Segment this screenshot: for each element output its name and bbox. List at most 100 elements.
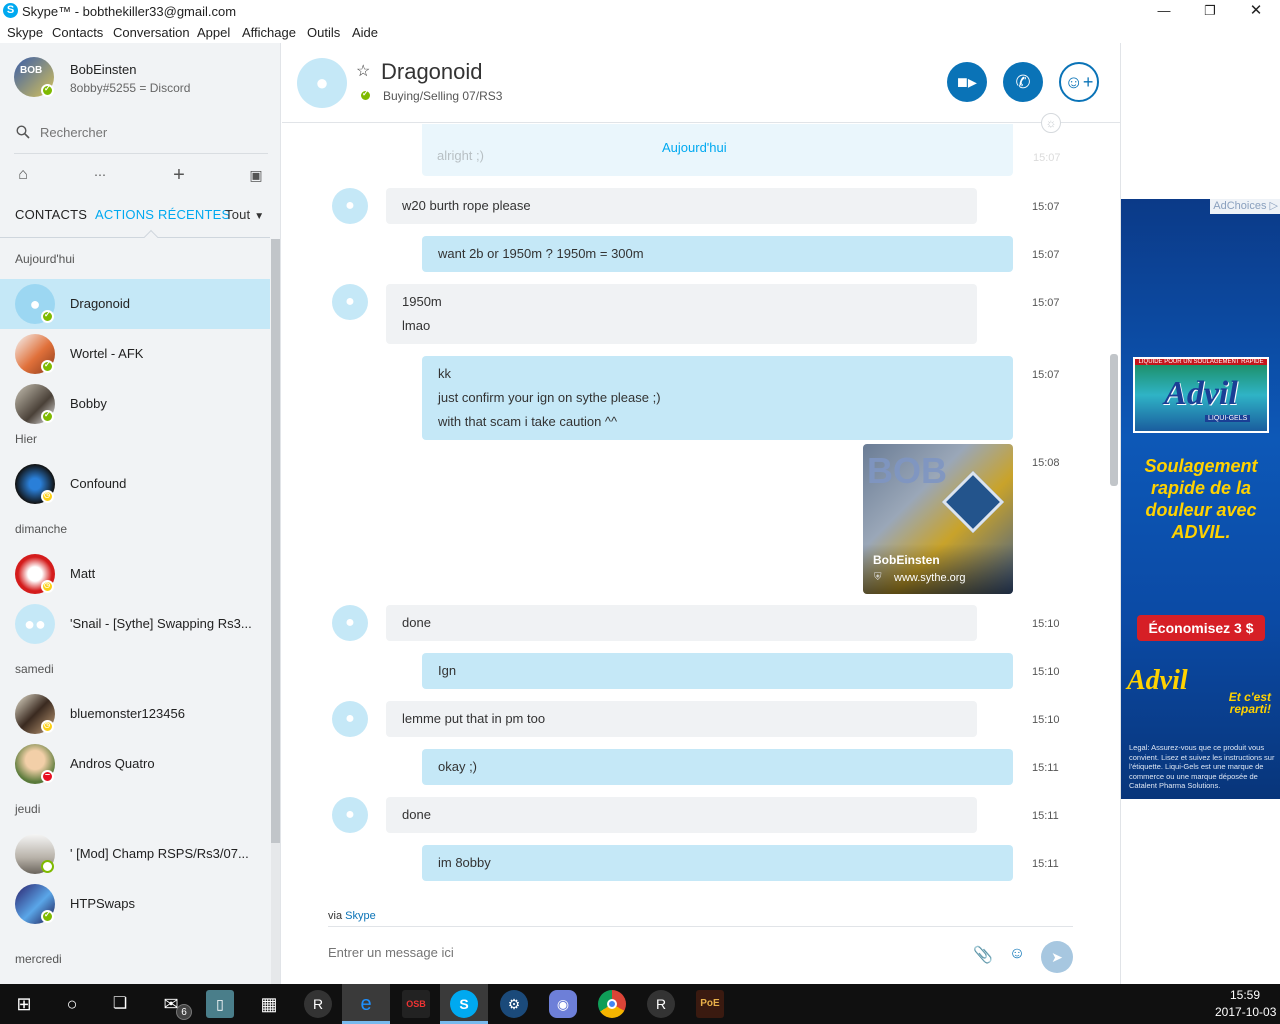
scrollbar-thumb[interactable] xyxy=(271,239,280,843)
ad-column: AdChoices ▷ LIQUIDE POUR UN SOULAGEMENT … xyxy=(1120,43,1280,984)
tab-recent-actions[interactable]: ACTIONS RÉCENTES xyxy=(95,207,230,222)
conversation-avatar[interactable]: ● xyxy=(297,58,347,108)
clock-time[interactable]: 15:59 xyxy=(1230,988,1260,1002)
sender-avatar[interactable]: ● xyxy=(332,188,368,224)
tab-contacts[interactable]: CONTACTS xyxy=(15,207,87,222)
person-icon: ● xyxy=(345,197,355,214)
ad-product-caption: LIQUIDE POUR UN SOULAGEMENT RAPIDE xyxy=(1135,359,1267,365)
list-item-champ[interactable]: ' [Mod] Champ RSPS/Rs3/07... xyxy=(0,829,270,879)
bot-icon[interactable]: ▣ xyxy=(246,165,266,185)
message-text: okay ;) xyxy=(438,759,478,774)
menu-conversation[interactable]: Conversation xyxy=(113,25,190,40)
search-input[interactable] xyxy=(40,125,240,140)
via-skype-link[interactable]: Skype xyxy=(345,910,376,922)
contact-name: Matt xyxy=(70,566,96,581)
profile-mood[interactable]: 8obby#5255 = Discord xyxy=(70,81,190,95)
list-item-wortel[interactable]: Wortel - AFK xyxy=(0,329,270,379)
group-header: dimanche xyxy=(15,522,68,536)
message-input[interactable] xyxy=(328,945,948,960)
adchoices-link[interactable]: AdChoices ▷ xyxy=(1210,199,1280,214)
profile-name[interactable]: BobEinsten xyxy=(70,62,137,77)
list-item-snail-group[interactable]: ●● 'Snail - [Sythe] Swapping Rs3... xyxy=(0,599,270,649)
sender-avatar[interactable]: ● xyxy=(332,797,368,833)
paperclip-icon[interactable]: 📎 xyxy=(972,945,994,967)
advertisement[interactable]: AdChoices ▷ LIQUIDE POUR UN SOULAGEMENT … xyxy=(1121,199,1280,799)
chrome-icon[interactable] xyxy=(598,990,626,1018)
menu-aide[interactable]: Aide xyxy=(352,25,378,40)
search-circle-icon[interactable]: ○ xyxy=(58,990,86,1018)
runelite-icon[interactable]: R xyxy=(304,990,332,1018)
edge-icon[interactable]: e xyxy=(352,990,380,1018)
link-preview-card[interactable]: BOB BobEinsten ⛨ www.sythe.org xyxy=(863,444,1013,594)
ad-save-button[interactable]: Économisez 3 $ xyxy=(1137,615,1265,641)
list-item-matt[interactable]: Matt xyxy=(0,549,270,599)
menu-skype[interactable]: Skype xyxy=(7,25,43,40)
message-time: 15:10 xyxy=(1032,618,1060,630)
calculator-icon[interactable]: ▦ xyxy=(255,990,283,1018)
skype-taskbar-icon[interactable]: S xyxy=(450,990,478,1018)
globe-icon[interactable]: ☼ xyxy=(1041,113,1061,133)
sender-avatar[interactable]: ● xyxy=(332,284,368,320)
dialpad-icon[interactable]: ⋯ xyxy=(90,165,110,185)
tab-indicator xyxy=(143,229,159,245)
menu-appel[interactable]: Appel xyxy=(197,25,230,40)
add-participant-button[interactable]: ☺+ xyxy=(1059,62,1099,102)
message-time: 15:07 xyxy=(1032,249,1060,261)
audio-call-button[interactable]: ✆ xyxy=(1003,62,1043,102)
message-bubble: done xyxy=(386,797,977,833)
filter-dropdown[interactable]: Tout ▼ xyxy=(225,207,264,222)
add-icon[interactable]: + xyxy=(169,165,189,185)
path-of-exile-icon[interactable]: PoE xyxy=(696,990,724,1018)
online-status-icon xyxy=(41,360,54,373)
search-icon xyxy=(16,125,30,139)
minimize-icon[interactable]: — xyxy=(1141,0,1187,22)
contact-name: Confound xyxy=(70,476,127,491)
message-text: lemme put that in pm too xyxy=(402,711,546,726)
windows-start-icon[interactable]: ⊞ xyxy=(10,990,38,1018)
list-item-andros[interactable]: Andros Quatro xyxy=(0,739,270,789)
close-icon[interactable]: ✕ xyxy=(1233,0,1279,22)
osbuddy-icon[interactable]: OSB xyxy=(402,990,430,1018)
menu-outils[interactable]: Outils xyxy=(307,25,340,40)
group-header: mercredi xyxy=(15,952,62,966)
menu-contacts[interactable]: Contacts xyxy=(52,25,103,40)
conversation-mood: Buying/Selling 07/RS3 xyxy=(383,89,503,103)
list-item-dragonoid[interactable]: ● Dragonoid xyxy=(0,279,270,329)
message-time: 15:10 xyxy=(1032,714,1060,726)
runelite-icon[interactable]: R xyxy=(647,990,675,1018)
adchoices-icon: ▷ xyxy=(1269,200,1278,212)
list-item-bluemonster[interactable]: bluemonster123456 xyxy=(0,689,270,739)
avatar: ●● xyxy=(15,604,55,644)
chat-scrollbar-thumb[interactable] xyxy=(1110,354,1118,486)
via-label: via Skype xyxy=(328,910,376,922)
filter-label: Tout xyxy=(225,207,251,222)
home-icon[interactable]: ⌂ xyxy=(13,165,33,185)
menu-affichage[interactable]: Affichage xyxy=(242,25,296,40)
message-text: lmao xyxy=(402,318,431,333)
conversation-title[interactable]: Dragonoid xyxy=(381,59,483,85)
star-icon[interactable]: ☆ xyxy=(356,61,370,81)
list-item-bobby[interactable]: Bobby xyxy=(0,379,270,429)
maximize-icon[interactable]: ❐ xyxy=(1187,0,1233,22)
sidebar-scrollbar[interactable] xyxy=(271,239,280,984)
task-view-icon[interactable]: ❏ xyxy=(106,990,134,1018)
sender-avatar[interactable]: ● xyxy=(332,701,368,737)
busy-status-icon xyxy=(41,769,54,783)
send-button[interactable]: ➤ xyxy=(1041,941,1073,973)
emoji-icon[interactable]: ☺ xyxy=(1006,945,1028,967)
phone-icon: ✆ xyxy=(1015,72,1031,92)
ad-headline: Soulagement rapide de la douleur avec AD… xyxy=(1144,456,1258,542)
message-text: done xyxy=(402,615,431,630)
steam-icon[interactable]: ⚙ xyxy=(500,990,528,1018)
discord-icon[interactable]: ◉ xyxy=(549,990,577,1018)
list-item-confound[interactable]: Confound xyxy=(0,459,270,509)
notes-icon[interactable]: ▯ xyxy=(206,990,234,1018)
title-bar: S Skype™ - bobthekiller33@gmail.com — ❐ … xyxy=(0,0,1280,22)
video-call-button[interactable]: ■▸ xyxy=(947,62,987,102)
list-item-htpswaps[interactable]: HTPSwaps xyxy=(0,879,270,929)
online-status-icon xyxy=(359,89,372,102)
clock-date[interactable]: 2017-10-03 xyxy=(1215,1005,1276,1019)
sender-avatar[interactable]: ● xyxy=(332,605,368,641)
contact-name: 'Snail - [Sythe] Swapping Rs3... xyxy=(70,616,252,631)
message-bubble: im 8obby xyxy=(422,845,1013,881)
